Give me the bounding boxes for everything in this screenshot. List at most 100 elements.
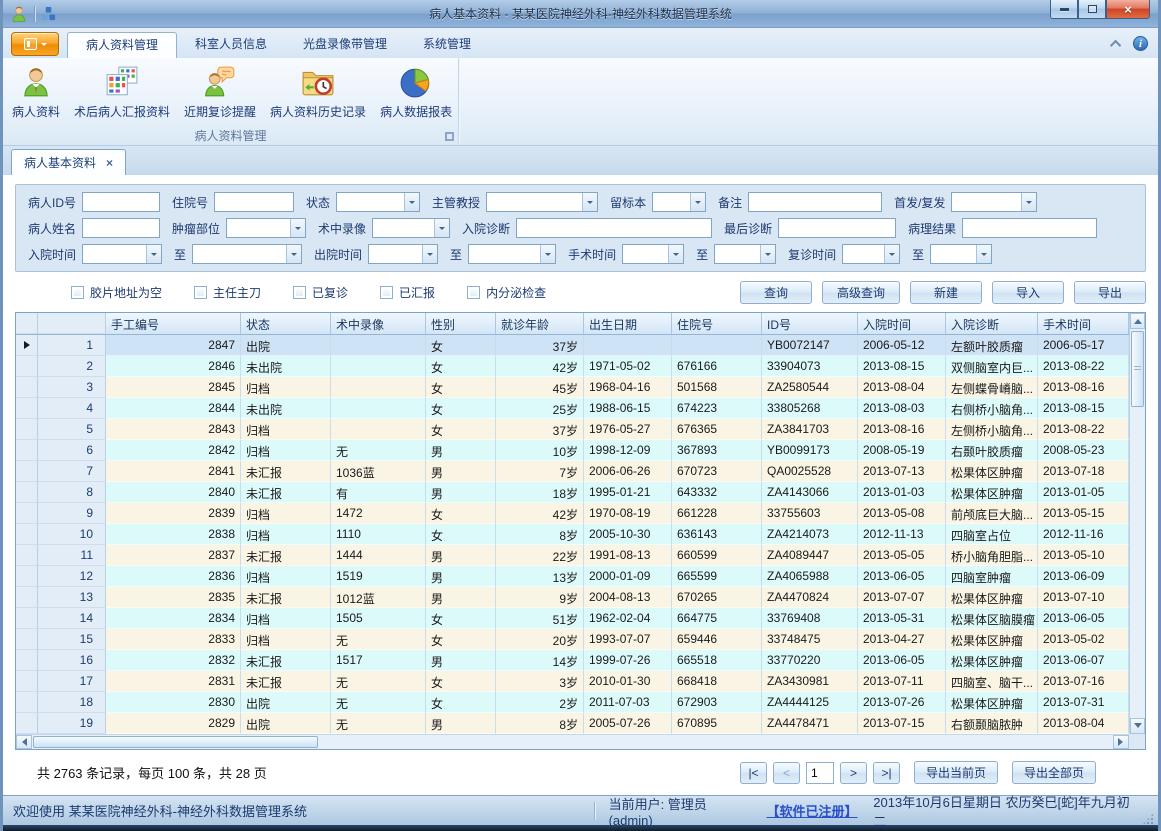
layout-squares-icon[interactable] bbox=[41, 6, 56, 21]
table-row[interactable]: 192829出院无男8岁2005-07-26670895ZA4478471201… bbox=[16, 713, 1129, 734]
chevron-down-icon[interactable] bbox=[540, 245, 555, 263]
export-all-pages-button[interactable]: 导出全部页 bbox=[1012, 761, 1096, 784]
tab-close-icon[interactable]: × bbox=[106, 157, 113, 169]
table-row[interactable]: 32845归档女45岁1968-04-16501568ZA25805442013… bbox=[16, 377, 1129, 398]
grid-column-header[interactable]: 就诊年龄 bbox=[496, 313, 584, 334]
chevron-down-icon[interactable] bbox=[286, 245, 301, 263]
chevron-down-icon[interactable] bbox=[290, 219, 305, 237]
combo-box[interactable] bbox=[486, 192, 598, 212]
table-row[interactable]: 22846未出院女42岁1971-05-02676166339040732013… bbox=[16, 356, 1129, 377]
search-input[interactable] bbox=[778, 218, 896, 238]
new-button[interactable]: 新建 bbox=[910, 281, 982, 304]
grid-column-header[interactable]: 入院诊断 bbox=[946, 313, 1038, 334]
search-input[interactable] bbox=[962, 218, 1097, 238]
combo-box[interactable] bbox=[368, 244, 438, 264]
ribbon-button[interactable]: 病人资料历史记录 bbox=[263, 61, 373, 123]
query-button[interactable]: 查询 bbox=[740, 281, 812, 304]
combo-box[interactable] bbox=[714, 244, 776, 264]
ribbon-tab[interactable]: 光盘录像带管理 bbox=[285, 32, 405, 58]
table-row[interactable]: 112837未汇报1444男22岁1991-08-13660599ZA40894… bbox=[16, 545, 1129, 566]
last-page-button[interactable]: >| bbox=[873, 762, 900, 784]
table-row[interactable]: 122836归档1519男13岁2000-01-09665599ZA406598… bbox=[16, 566, 1129, 587]
import-button[interactable]: 导入 bbox=[992, 281, 1064, 304]
info-icon[interactable]: i bbox=[1133, 36, 1148, 51]
grid-column-header[interactable]: 手工编号 bbox=[106, 313, 241, 334]
search-input[interactable] bbox=[82, 192, 160, 212]
chevron-down-icon[interactable] bbox=[422, 245, 437, 263]
table-row[interactable]: 52843归档女37岁1976-05-27676365ZA38417032013… bbox=[16, 419, 1129, 440]
chevron-down-icon[interactable] bbox=[976, 245, 991, 263]
resize-grip-icon[interactable] bbox=[1142, 813, 1154, 825]
horizontal-scrollbar[interactable] bbox=[16, 734, 1129, 749]
grid-column-header[interactable]: 性别 bbox=[426, 313, 496, 334]
table-row[interactable]: 42844未出院女25岁1988-06-15674223338052682013… bbox=[16, 398, 1129, 419]
vertical-scrollbar[interactable] bbox=[1129, 313, 1145, 734]
combo-box[interactable] bbox=[652, 192, 706, 212]
table-row[interactable]: 142834归档1505女51岁1962-02-0466477533769408… bbox=[16, 608, 1129, 629]
grid-column-header[interactable]: 状态 bbox=[241, 313, 331, 334]
grid-column-header[interactable]: 手术时间 bbox=[1038, 313, 1129, 334]
combo-box[interactable] bbox=[226, 218, 306, 238]
scroll-right-arrow-icon[interactable] bbox=[1113, 735, 1129, 749]
table-row[interactable]: 82840未汇报有男18岁1995-01-21643332ZA414306620… bbox=[16, 482, 1129, 503]
scroll-left-arrow-icon[interactable] bbox=[16, 735, 32, 749]
app-menu-button[interactable] bbox=[11, 32, 59, 56]
table-row[interactable]: 62842归档无男10岁1998-12-09367893YB0099173200… bbox=[16, 440, 1129, 461]
ribbon-button[interactable]: 近期复诊提醒 bbox=[177, 61, 263, 123]
grid-column-header[interactable]: 住院号 bbox=[672, 313, 762, 334]
filter-checkbox[interactable]: 胶片地址为空 bbox=[71, 284, 162, 301]
grid-column-header[interactable]: ID号 bbox=[762, 313, 858, 334]
grid-column-header[interactable]: 术中录像 bbox=[331, 313, 426, 334]
scroll-down-arrow-icon[interactable] bbox=[1130, 718, 1145, 734]
page-number-input[interactable] bbox=[806, 762, 834, 784]
app-person-icon[interactable] bbox=[10, 5, 28, 23]
table-row[interactable]: 152833归档无女20岁1993-07-0765944633748475201… bbox=[16, 629, 1129, 650]
table-row[interactable]: 132835未汇报1012蓝男9岁2004-08-13670265ZA44708… bbox=[16, 587, 1129, 608]
vertical-scroll-thumb[interactable] bbox=[1131, 331, 1144, 407]
table-row[interactable]: 102838归档1110女8岁2005-10-30636143ZA4214073… bbox=[16, 524, 1129, 545]
table-row[interactable]: 162832未汇报1517男14岁1999-07-266655183377022… bbox=[16, 650, 1129, 671]
grid-column-header[interactable]: 出生日期 bbox=[584, 313, 672, 334]
search-input[interactable] bbox=[82, 218, 160, 238]
ribbon-tab[interactable]: 病人资料管理 bbox=[67, 32, 177, 58]
first-page-button[interactable]: |< bbox=[740, 762, 767, 784]
advanced-query-button[interactable]: 高级查询 bbox=[822, 281, 900, 304]
search-input[interactable] bbox=[214, 192, 294, 212]
ribbon-button[interactable]: 术后病人汇报资料 bbox=[67, 61, 177, 123]
chevron-down-icon[interactable] bbox=[690, 193, 705, 211]
search-input[interactable] bbox=[748, 192, 882, 212]
chevron-down-icon[interactable] bbox=[760, 245, 775, 263]
horizontal-scroll-thumb[interactable] bbox=[33, 736, 318, 748]
ribbon-tab[interactable]: 科室人员信息 bbox=[177, 32, 285, 58]
dialog-launcher-icon[interactable] bbox=[445, 132, 454, 141]
software-registered-link[interactable]: 【软件已注册】 bbox=[767, 801, 858, 820]
ribbon-button[interactable]: 病人数据报表 bbox=[373, 61, 459, 123]
table-row[interactable]: 12847出院女37岁YB00721472006-05-12左额叶胶质瘤2006… bbox=[16, 335, 1129, 356]
table-row[interactable]: 72841未汇报1036蓝男7岁2006-06-26670723QA002552… bbox=[16, 461, 1129, 482]
table-row[interactable]: 172831未汇报无女3岁2010-01-30668418ZA343098120… bbox=[16, 671, 1129, 692]
combo-box[interactable] bbox=[336, 192, 420, 212]
combo-box[interactable] bbox=[930, 244, 992, 264]
minimize-button[interactable] bbox=[1050, 0, 1078, 19]
export-button[interactable]: 导出 bbox=[1074, 281, 1146, 304]
next-page-button[interactable]: > bbox=[840, 762, 867, 784]
tab-patient-basic-info[interactable]: 病人基本资料 × bbox=[11, 149, 126, 175]
ribbon-tab[interactable]: 系统管理 bbox=[405, 32, 489, 58]
close-button[interactable]: × bbox=[1106, 0, 1150, 19]
chevron-down-icon[interactable] bbox=[884, 245, 899, 263]
filter-checkbox[interactable]: 已复诊 bbox=[293, 284, 348, 301]
filter-checkbox[interactable]: 内分泌检查 bbox=[467, 284, 546, 301]
chevron-down-icon[interactable] bbox=[146, 245, 161, 263]
chevron-down-icon[interactable] bbox=[434, 219, 449, 237]
search-input[interactable] bbox=[516, 218, 712, 238]
chevron-down-icon[interactable] bbox=[404, 193, 419, 211]
chevron-down-icon[interactable] bbox=[582, 193, 597, 211]
maximize-button[interactable] bbox=[1078, 0, 1106, 19]
filter-checkbox[interactable]: 主任主刀 bbox=[194, 284, 261, 301]
combo-box[interactable] bbox=[468, 244, 556, 264]
filter-checkbox[interactable]: 已汇报 bbox=[380, 284, 435, 301]
ribbon-button[interactable]: 病人资料 bbox=[5, 61, 67, 123]
grid-column-header[interactable]: 入院时间 bbox=[858, 313, 946, 334]
chevron-down-icon[interactable] bbox=[1021, 193, 1036, 211]
export-current-page-button[interactable]: 导出当前页 bbox=[914, 761, 998, 784]
